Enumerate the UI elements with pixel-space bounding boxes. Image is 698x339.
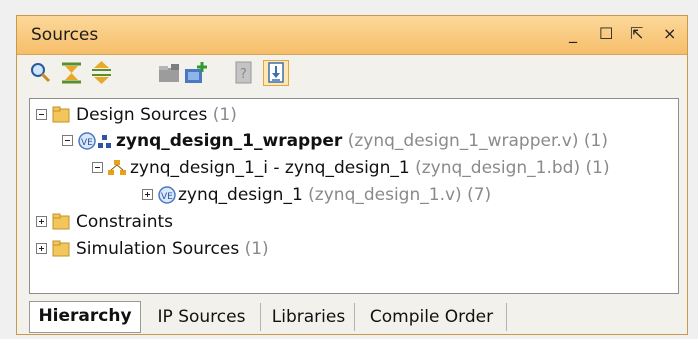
folder-open-icon xyxy=(52,106,72,129)
folder-icon xyxy=(52,213,72,236)
document-icon[interactable]: ? xyxy=(231,60,257,86)
search-icon[interactable] xyxy=(27,60,53,86)
tree-label: Design Sources xyxy=(76,105,208,125)
item-count: (1) xyxy=(212,105,237,125)
collapse-icon[interactable] xyxy=(36,109,47,120)
open-folder-icon[interactable] xyxy=(157,60,183,86)
tree-label: Constraints xyxy=(76,212,173,232)
sources-toolbar: ? xyxy=(23,60,323,90)
svg-text:?: ? xyxy=(240,67,247,82)
collapse-icon[interactable] xyxy=(62,135,73,146)
svg-text:VE: VE xyxy=(81,138,93,148)
item-count: (1) xyxy=(244,239,269,259)
tree-label: zynq_design_1_i - zynq_design_1 xyxy=(130,158,410,178)
collapse-all-icon[interactable] xyxy=(59,60,85,86)
tree-label: Simulation Sources xyxy=(76,239,240,259)
panel-tabs: Hierarchy IP Sources Libraries Compile O… xyxy=(29,301,679,333)
maximize-icon[interactable]: ☐ xyxy=(599,24,613,43)
expand-icon[interactable] xyxy=(36,243,47,254)
sources-panel: Sources _ ☐ ⇱ × ? Design Sources (1) VE … xyxy=(16,15,688,335)
minimize-icon[interactable]: _ xyxy=(569,24,577,43)
tree-label: zynq_design_1 xyxy=(178,185,303,205)
tab-libraries[interactable]: Libraries xyxy=(263,303,355,331)
expand-all-icon[interactable] xyxy=(89,60,115,86)
tab-compile-order[interactable]: Compile Order xyxy=(357,303,507,331)
block-design-icon xyxy=(108,160,126,181)
verilog-file-icon: VE xyxy=(158,186,178,211)
hierarchy-icon xyxy=(98,134,112,154)
restore-icon[interactable]: ⇱ xyxy=(630,24,643,43)
item-count: (7) xyxy=(467,185,492,205)
panel-title: Sources xyxy=(31,25,99,45)
update-icon[interactable] xyxy=(263,60,289,86)
close-icon[interactable]: × xyxy=(663,24,676,43)
verilog-file-icon: VE xyxy=(78,132,98,157)
file-name: (zynq_design_1.bd) xyxy=(415,158,581,178)
collapse-icon[interactable] xyxy=(92,162,103,173)
item-count: (1) xyxy=(583,131,608,151)
tab-ip-sources[interactable]: IP Sources xyxy=(143,303,261,331)
svg-text:VE: VE xyxy=(161,192,173,202)
panel-title-bar[interactable]: Sources _ ☐ ⇱ × xyxy=(17,16,687,55)
expand-icon[interactable] xyxy=(142,189,153,200)
expand-icon[interactable] xyxy=(36,216,47,227)
add-sources-icon[interactable] xyxy=(183,60,209,86)
tree-label: zynq_design_1_wrapper xyxy=(116,131,343,151)
folder-icon xyxy=(52,240,72,263)
item-count: (1) xyxy=(585,158,610,178)
file-name: (zynq_design_1_wrapper.v) xyxy=(347,131,579,151)
file-name: (zynq_design_1.v) xyxy=(308,185,462,205)
tab-hierarchy[interactable]: Hierarchy xyxy=(29,301,141,333)
source-tree: Design Sources (1) VE zynq_design_1_wrap… xyxy=(29,98,679,294)
